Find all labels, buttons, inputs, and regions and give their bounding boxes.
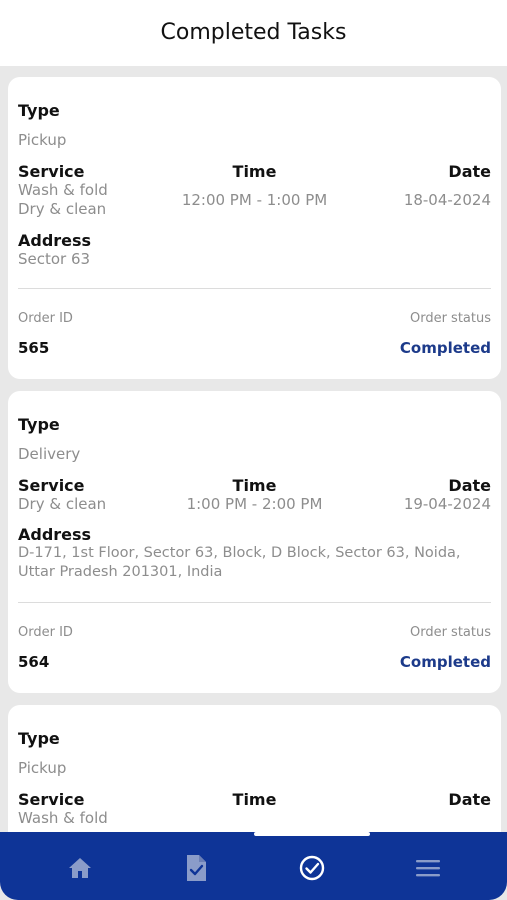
task-card[interactable]: Type Pickup Service Time Date Wash & fol… [8, 77, 501, 379]
service-value: Wash & fold [18, 809, 108, 827]
date-label: Date [448, 162, 491, 181]
date-value: 18-04-2024 [403, 191, 491, 209]
nav-menu[interactable] [408, 852, 448, 884]
task-list[interactable]: Type Pickup Service Time Date Wash & fol… [0, 66, 507, 832]
type-value: Delivery [18, 445, 81, 463]
address-value: Sector 63 [18, 250, 91, 268]
order-id-value: 564 [18, 653, 50, 671]
header: Completed Tasks [0, 0, 507, 66]
type-label: Type [18, 415, 60, 434]
date-value: 19-04-2024 [403, 495, 491, 513]
type-value: Pickup [18, 131, 67, 149]
active-tab-indicator [254, 832, 370, 836]
task-card[interactable]: Type Delivery Service Time Date Dry & cl… [8, 391, 501, 693]
divider [18, 602, 491, 603]
address-label: Address [18, 525, 92, 544]
task-card[interactable]: Type Pickup Service Time Date Wash & fol… [8, 705, 501, 832]
type-label: Type [18, 729, 60, 748]
status-badge: Completed [399, 653, 491, 671]
nav-home[interactable] [60, 852, 100, 884]
date-label: Date [448, 790, 491, 809]
order-status-label: Order status [409, 625, 491, 640]
order-id-label: Order ID [18, 625, 73, 640]
order-id-label: Order ID [18, 311, 73, 326]
status-badge: Completed [399, 339, 491, 357]
divider [18, 288, 491, 289]
order-id-value: 565 [18, 339, 50, 357]
nav-tasks[interactable] [176, 852, 216, 884]
date-label: Date [448, 476, 491, 495]
order-status-label: Order status [409, 311, 491, 326]
time-label: Time [232, 790, 277, 809]
type-label: Type [18, 101, 60, 120]
document-check-icon [187, 855, 206, 881]
time-label: Time [232, 476, 277, 495]
address-value: Uttar Pradesh 201301, India [18, 564, 223, 580]
type-value: Pickup [18, 759, 67, 777]
menu-icon [416, 860, 440, 877]
address-value: D-171, 1st Floor, Sector 63, Block, D Bl… [18, 545, 461, 561]
home-icon [69, 858, 91, 878]
address-label: Address [18, 231, 92, 250]
check-circle-icon [299, 855, 325, 881]
page-title: Completed Tasks [160, 20, 347, 45]
time-label: Time [232, 162, 277, 181]
nav-completed[interactable] [292, 852, 332, 884]
